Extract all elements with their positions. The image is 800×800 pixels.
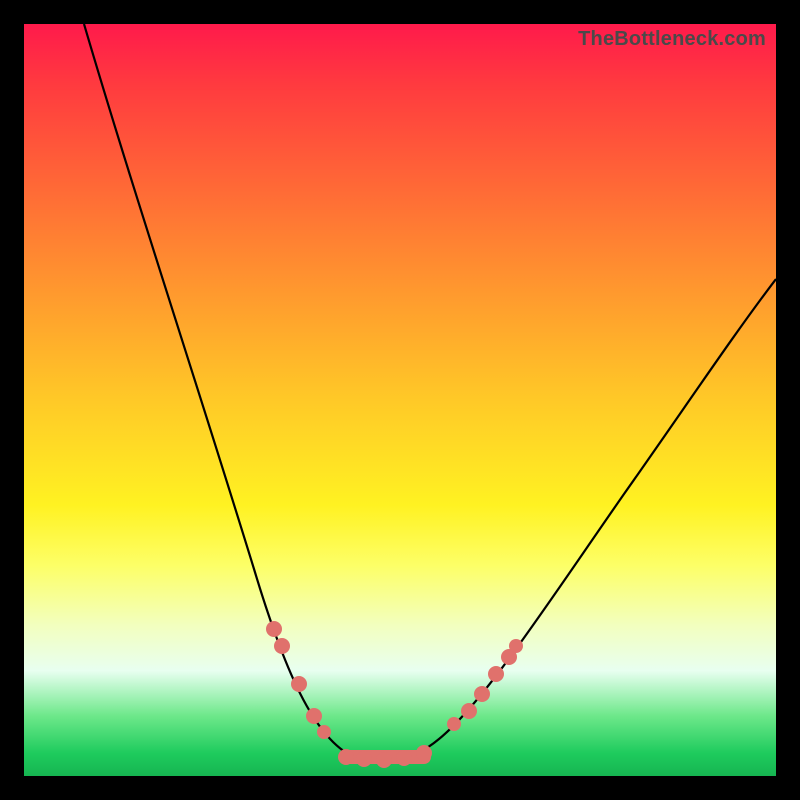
plot-area: TheBottleneck.com [24,24,776,776]
curve-svg [24,24,776,776]
marker-dot [306,708,322,724]
marker-dot [266,621,282,637]
marker-dot [376,752,392,768]
marker-dot [488,666,504,682]
marker-dot [317,725,331,739]
chart-frame: TheBottleneck.com [0,0,800,800]
marker-dot [474,686,490,702]
marker-dot [396,750,412,766]
marker-dot [356,751,372,767]
marker-dot [338,749,354,765]
marker-dot [274,638,290,654]
marker-dot [416,745,432,761]
marker-dot [461,703,477,719]
marker-dot [291,676,307,692]
marker-dot [509,639,523,653]
bottleneck-curve [84,24,776,762]
marker-dot [447,717,461,731]
